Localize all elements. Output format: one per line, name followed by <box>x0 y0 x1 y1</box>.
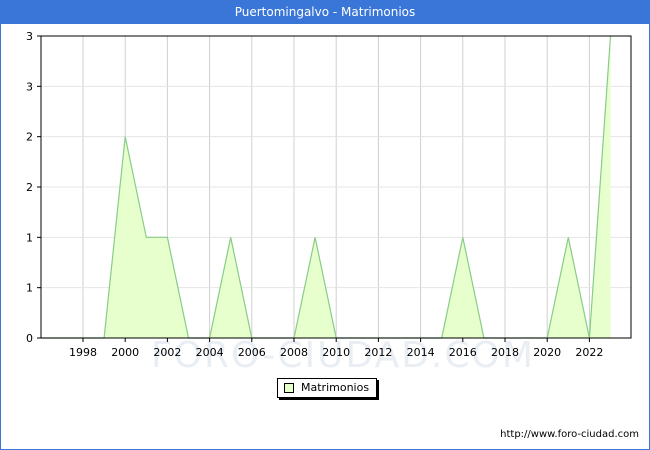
legend-swatch <box>284 383 294 393</box>
legend-label: Matrimonios <box>301 381 370 394</box>
y-tick-label: 2 <box>26 131 33 144</box>
source-link[interactable]: http://www.foro-ciudad.com <box>500 429 639 440</box>
x-tick-label: 2000 <box>111 346 139 359</box>
y-tick-label: 2 <box>26 181 33 194</box>
x-tick-label: 1998 <box>69 346 97 359</box>
y-tick-label: 3 <box>26 30 33 43</box>
legend: Matrimonios <box>277 378 377 398</box>
x-tick-label: 2014 <box>407 346 435 359</box>
y-tick-label: 0 <box>26 332 33 345</box>
x-tick-label: 2002 <box>153 346 181 359</box>
x-tick-label: 2016 <box>449 346 477 359</box>
x-tick-label: 2012 <box>364 346 392 359</box>
x-tick-label: 2010 <box>322 346 350 359</box>
y-tick-label: 1 <box>26 282 33 295</box>
y-tick-label: 3 <box>26 80 33 93</box>
x-tick-label: 2018 <box>491 346 519 359</box>
chart-svg: 0 1 1 2 2 3 3 1998 2000 2002 2004 2006 2008 2010 2012 2… <box>26 30 632 359</box>
x-tick-label: 2004 <box>196 346 224 359</box>
x-tick-label: 2008 <box>280 346 308 359</box>
x-tick-label: 2020 <box>533 346 561 359</box>
x-tick-label: 2022 <box>575 346 603 359</box>
x-tick-label: 2006 <box>238 346 266 359</box>
y-tick-label: 1 <box>26 231 33 244</box>
chart-frame: Puertomingalvo - Matrimonios FORO-CIUDAD… <box>0 0 650 450</box>
